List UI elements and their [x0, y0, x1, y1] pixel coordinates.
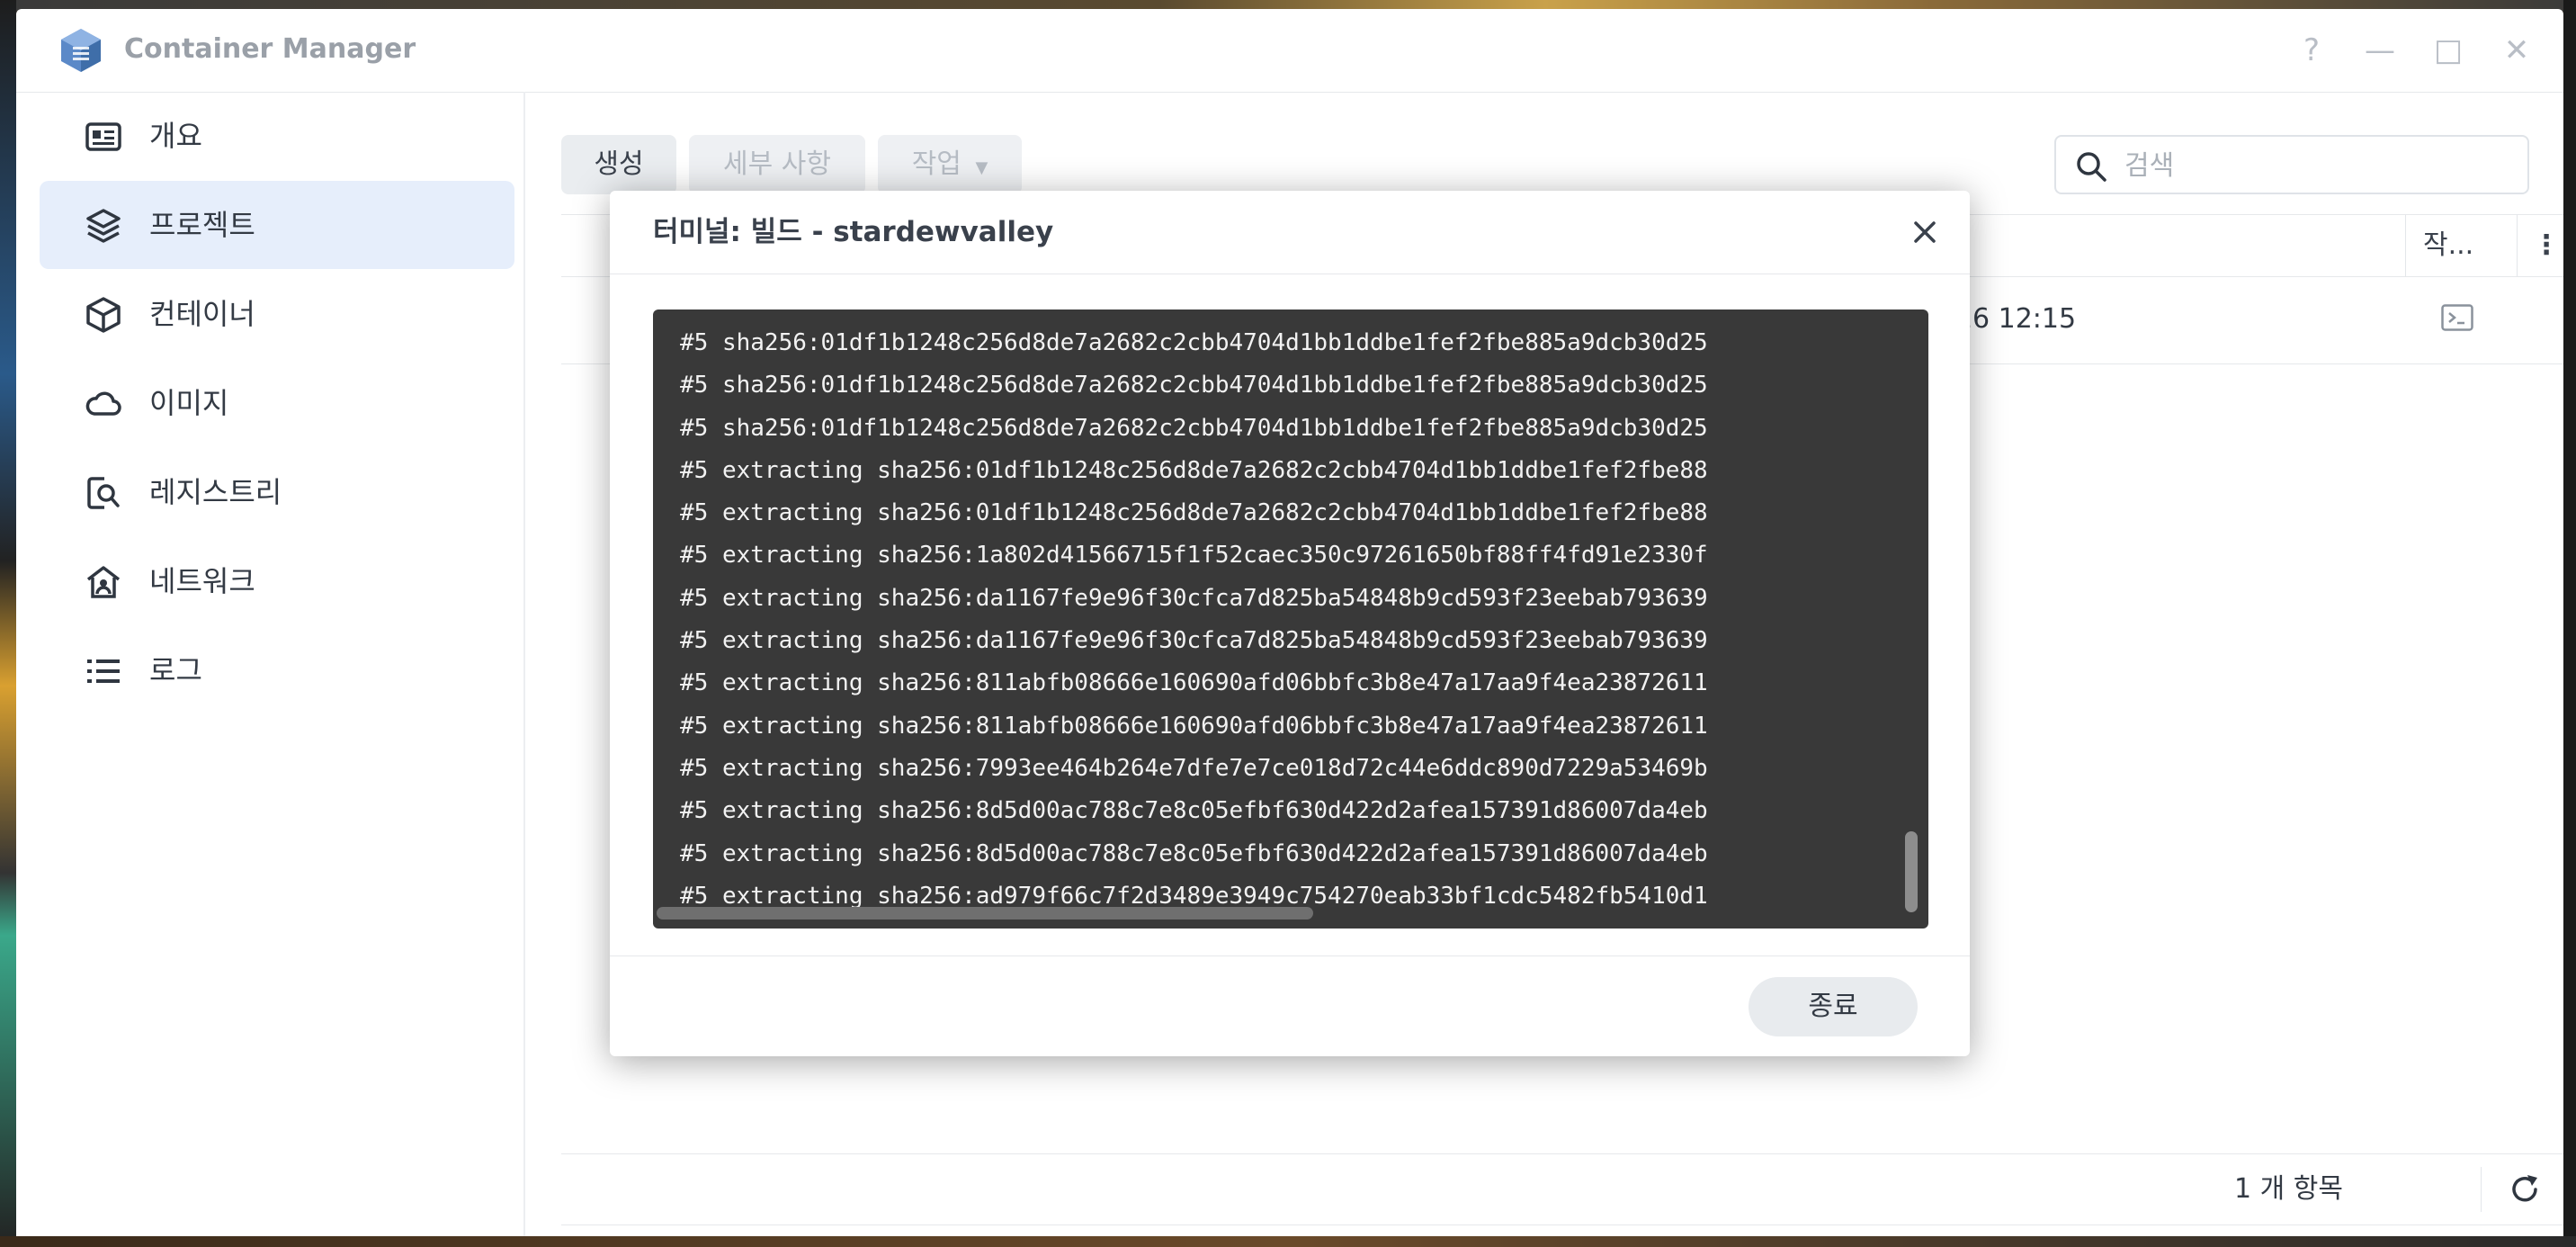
sidebar-item-overview[interactable]: 개요 — [40, 92, 514, 180]
terminal-icon[interactable] — [2441, 304, 2473, 331]
terminal-lines: #5 sha256:01df1b1248c256d8de7a2682c2cbb4… — [680, 322, 1885, 916]
container-manager-logo-icon — [61, 29, 101, 72]
details-button[interactable]: 세부 사항 — [689, 135, 865, 194]
column-header-actions[interactable]: 작... — [2423, 215, 2473, 276]
terminal-line: #5 extracting sha256:7993ee464b264e7dfe7… — [680, 754, 1708, 782]
terminal-line: #5 sha256:01df1b1248c256d8de7a2682c2cbb4… — [680, 414, 1708, 442]
table-footer: 1 개 항목 — [561, 1153, 2563, 1225]
desktop-background-right — [2563, 0, 2576, 1247]
vertical-scrollbar[interactable] — [1905, 831, 1918, 912]
sidebar-item-label: 컨테이너 — [149, 297, 255, 331]
sidebar: 개요 프로젝트 컨테이너 이미지 레지스트리 네트워크 로그 — [16, 92, 525, 1236]
desktop-background-left — [0, 0, 16, 1247]
sidebar-item-label: 프로젝트 — [149, 208, 255, 242]
footer-divider — [2481, 1167, 2482, 1212]
search-box[interactable] — [2054, 135, 2529, 194]
window-title: Container Manager — [124, 33, 416, 65]
terminal-dialog: 터미널: 빌드 - stardewvalley #5 sha256:01df1b… — [610, 191, 1970, 1056]
sidebar-item-label: 개요 — [149, 119, 202, 153]
minimize-icon[interactable]: — — [2360, 31, 2400, 70]
terminal-line: #5 extracting sha256:811abfb08666e160690… — [680, 712, 1708, 740]
cube-icon — [86, 297, 121, 333]
column-options-icon[interactable]: ⋮ — [2533, 215, 2560, 276]
exit-button[interactable]: 종료 — [1749, 977, 1918, 1036]
maximize-icon[interactable]: □ — [2428, 31, 2468, 70]
dialog-header[interactable]: 터미널: 빌드 - stardewvalley — [610, 191, 1970, 274]
horizontal-scrollbar[interactable] — [657, 907, 1313, 920]
sidebar-item-images[interactable]: 이미지 — [40, 359, 514, 447]
item-count: 1 개 항목 — [2234, 1173, 2343, 1205]
close-icon[interactable] — [1905, 212, 1945, 252]
network-home-icon — [86, 566, 121, 598]
sidebar-item-label: 네트워크 — [149, 564, 255, 598]
terminal-output[interactable]: #5 sha256:01df1b1248c256d8de7a2682c2cbb4… — [653, 310, 1928, 929]
search-input[interactable] — [2123, 144, 2504, 187]
refresh-icon[interactable] — [2508, 1172, 2542, 1207]
search-icon — [2077, 152, 2106, 182]
terminal-line: #5 sha256:01df1b1248c256d8de7a2682c2cbb4… — [680, 372, 1708, 399]
registry-search-icon — [87, 477, 120, 509]
list-icon — [87, 659, 120, 683]
terminal-line: #5 extracting sha256:811abfb08666e160690… — [680, 669, 1708, 697]
column-divider[interactable] — [2405, 215, 2406, 276]
dialog-footer-divider — [610, 955, 1970, 956]
layers-icon — [86, 209, 121, 243]
terminal-line: #5 extracting sha256:8d5d00ac788c7e8c05e… — [680, 839, 1708, 867]
action-dropdown-button[interactable]: 작업 ▼ — [878, 135, 1022, 194]
sidebar-item-label: 로그 — [149, 653, 202, 687]
terminal-line: #5 extracting sha256:01df1b1248c256d8de7… — [680, 456, 1708, 484]
help-icon[interactable]: ? — [2292, 31, 2331, 70]
sidebar-item-logs[interactable]: 로그 — [40, 626, 514, 714]
terminal-line: #5 extracting sha256:01df1b1248c256d8de7… — [680, 499, 1708, 527]
close-window-icon[interactable]: ✕ — [2497, 31, 2536, 70]
column-divider[interactable] — [2517, 215, 2518, 276]
sidebar-item-network[interactable]: 네트워크 — [40, 537, 514, 625]
cloud-icon — [85, 391, 121, 416]
caret-down-icon: ▼ — [975, 158, 988, 177]
sidebar-item-projects[interactable]: 프로젝트 — [40, 181, 514, 269]
terminal-line: #5 sha256:01df1b1248c256d8de7a2682c2cbb4… — [680, 329, 1708, 356]
desktop-background-bottom — [0, 1236, 2576, 1247]
dialog-title: 터미널: 빌드 - stardewvalley — [653, 216, 1054, 248]
action-label: 작업 — [911, 148, 962, 180]
terminal-line: #5 extracting sha256:da1167fe9e96f30cfca… — [680, 627, 1708, 655]
overview-icon — [85, 122, 121, 151]
terminal-line: #5 extracting sha256:8d5d00ac788c7e8c05e… — [680, 797, 1708, 825]
sidebar-item-label: 이미지 — [149, 386, 229, 420]
terminal-line: #5 extracting sha256:da1167fe9e96f30cfca… — [680, 584, 1708, 612]
sidebar-item-registry[interactable]: 레지스트리 — [40, 448, 514, 536]
terminal-line: #5 extracting sha256:1a802d41566715f1f52… — [680, 542, 1708, 570]
sidebar-item-label: 레지스트리 — [149, 475, 282, 509]
create-button[interactable]: 생성 — [561, 135, 676, 194]
sidebar-item-containers[interactable]: 컨테이너 — [40, 270, 514, 358]
title-bar[interactable]: Container Manager ? — □ ✕ — [16, 9, 2563, 93]
